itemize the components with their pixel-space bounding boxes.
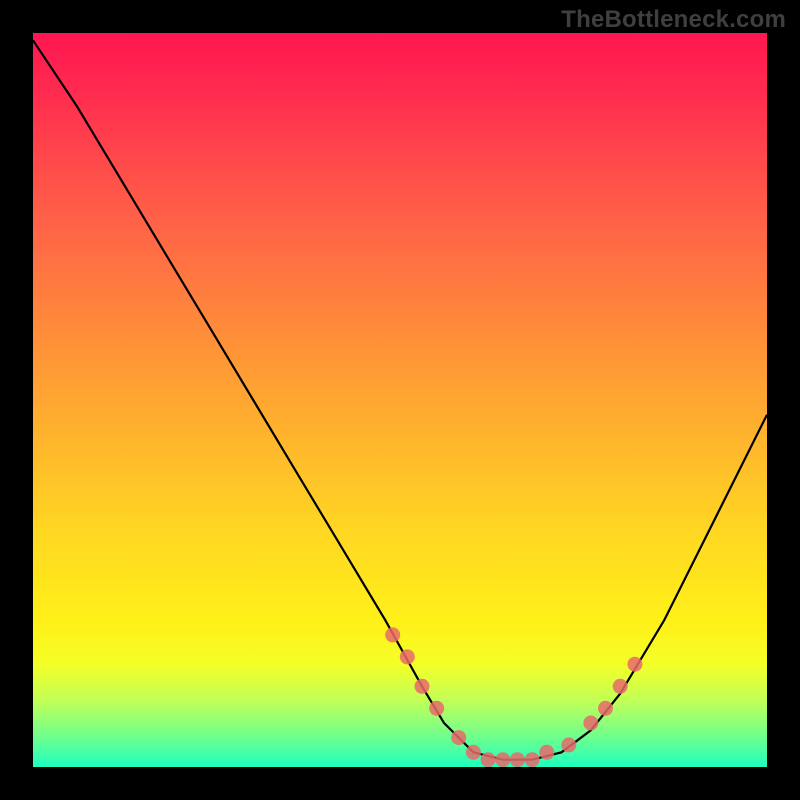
- plot-area: [33, 33, 767, 767]
- curve-marker: [451, 730, 466, 745]
- curve-marker: [429, 701, 444, 716]
- curve-marker: [539, 745, 554, 760]
- curve-marker: [400, 649, 415, 664]
- curve-marker: [561, 738, 576, 753]
- watermark-text: TheBottleneck.com: [561, 6, 786, 34]
- curve-marker: [385, 627, 400, 642]
- chart-frame: TheBottleneck.com: [0, 0, 800, 800]
- curve-marker: [415, 679, 430, 694]
- curve-marker: [510, 752, 525, 767]
- curve-marker: [613, 679, 628, 694]
- curve-marker: [466, 745, 481, 760]
- curve-marker: [598, 701, 613, 716]
- curve-layer: [33, 33, 767, 767]
- curve-marker: [583, 716, 598, 731]
- curve-markers: [385, 627, 642, 767]
- curve-marker: [525, 752, 540, 767]
- curve-marker: [495, 752, 510, 767]
- bottleneck-curve: [33, 40, 767, 759]
- curve-marker: [627, 657, 642, 672]
- curve-marker: [481, 752, 496, 767]
